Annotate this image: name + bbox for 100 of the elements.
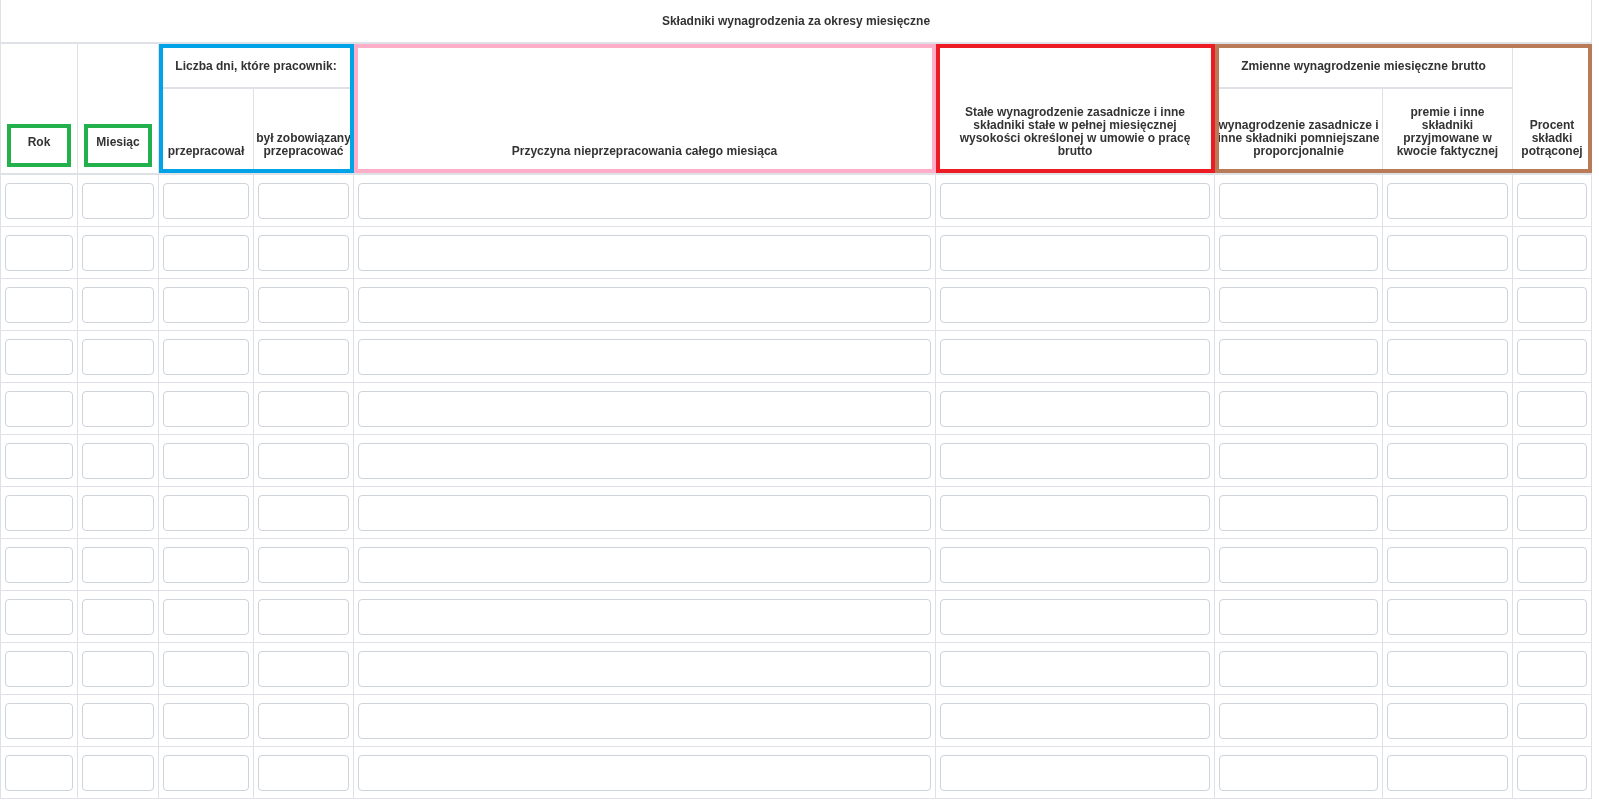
input-field[interactable] — [82, 598, 154, 635]
input-field[interactable] — [1219, 442, 1378, 479]
input-field[interactable] — [5, 546, 73, 583]
input-field[interactable] — [940, 390, 1210, 427]
input-field[interactable] — [940, 702, 1210, 739]
input-field[interactable] — [163, 754, 249, 791]
input-field[interactable] — [82, 754, 154, 791]
input-field[interactable] — [1517, 494, 1587, 531]
input-field[interactable] — [1517, 234, 1587, 271]
input-field[interactable] — [358, 754, 931, 791]
input-field[interactable] — [5, 338, 73, 375]
input-field[interactable] — [358, 598, 931, 635]
input-field[interactable] — [358, 182, 931, 219]
input-field[interactable] — [163, 338, 249, 375]
input-field[interactable] — [358, 494, 931, 531]
input-field[interactable] — [1219, 702, 1378, 739]
input-field[interactable] — [940, 546, 1210, 583]
input-field[interactable] — [1387, 442, 1508, 479]
input-field[interactable] — [1219, 650, 1378, 687]
input-field[interactable] — [82, 650, 154, 687]
input-field[interactable] — [358, 234, 931, 271]
input-field[interactable] — [358, 286, 931, 323]
input-field[interactable] — [1387, 390, 1508, 427]
input-field[interactable] — [163, 546, 249, 583]
input-field[interactable] — [258, 286, 349, 323]
input-field[interactable] — [1517, 338, 1587, 375]
input-field[interactable] — [358, 650, 931, 687]
input-field[interactable] — [1219, 598, 1378, 635]
input-field[interactable] — [1387, 182, 1508, 219]
input-field[interactable] — [258, 494, 349, 531]
input-field[interactable] — [1219, 338, 1378, 375]
input-field[interactable] — [358, 338, 931, 375]
input-field[interactable] — [1387, 494, 1508, 531]
input-field[interactable] — [5, 234, 73, 271]
input-field[interactable] — [940, 442, 1210, 479]
input-field[interactable] — [82, 182, 154, 219]
input-field[interactable] — [940, 286, 1210, 323]
input-field[interactable] — [163, 390, 249, 427]
input-field[interactable] — [1387, 286, 1508, 323]
input-field[interactable] — [940, 494, 1210, 531]
input-field[interactable] — [258, 390, 349, 427]
input-field[interactable] — [940, 234, 1210, 271]
input-field[interactable] — [1517, 702, 1587, 739]
input-field[interactable] — [82, 286, 154, 323]
input-field[interactable] — [5, 390, 73, 427]
input-field[interactable] — [1517, 598, 1587, 635]
input-field[interactable] — [1387, 546, 1508, 583]
input-field[interactable] — [5, 442, 73, 479]
input-field[interactable] — [163, 494, 249, 531]
input-field[interactable] — [1219, 546, 1378, 583]
input-field[interactable] — [163, 234, 249, 271]
input-field[interactable] — [1387, 338, 1508, 375]
input-field[interactable] — [1517, 390, 1587, 427]
input-field[interactable] — [1219, 754, 1378, 791]
input-field[interactable] — [82, 442, 154, 479]
input-field[interactable] — [163, 182, 249, 219]
input-field[interactable] — [1517, 754, 1587, 791]
input-field[interactable] — [258, 442, 349, 479]
input-field[interactable] — [258, 182, 349, 219]
input-field[interactable] — [163, 702, 249, 739]
input-field[interactable] — [358, 546, 931, 583]
input-field[interactable] — [163, 286, 249, 323]
input-field[interactable] — [1387, 650, 1508, 687]
input-field[interactable] — [5, 286, 73, 323]
input-field[interactable] — [1219, 494, 1378, 531]
input-field[interactable] — [5, 702, 73, 739]
input-field[interactable] — [163, 442, 249, 479]
input-field[interactable] — [1517, 286, 1587, 323]
input-field[interactable] — [358, 702, 931, 739]
input-field[interactable] — [258, 754, 349, 791]
input-field[interactable] — [163, 650, 249, 687]
input-field[interactable] — [358, 390, 931, 427]
input-field[interactable] — [82, 234, 154, 271]
input-field[interactable] — [1517, 546, 1587, 583]
input-field[interactable] — [1517, 442, 1587, 479]
input-field[interactable] — [940, 754, 1210, 791]
input-field[interactable] — [163, 598, 249, 635]
input-field[interactable] — [82, 546, 154, 583]
input-field[interactable] — [1517, 182, 1587, 219]
input-field[interactable] — [5, 182, 73, 219]
input-field[interactable] — [5, 598, 73, 635]
input-field[interactable] — [82, 702, 154, 739]
input-field[interactable] — [1219, 390, 1378, 427]
input-field[interactable] — [5, 754, 73, 791]
input-field[interactable] — [940, 338, 1210, 375]
input-field[interactable] — [1219, 234, 1378, 271]
input-field[interactable] — [5, 650, 73, 687]
input-field[interactable] — [258, 234, 349, 271]
input-field[interactable] — [940, 182, 1210, 219]
input-field[interactable] — [940, 650, 1210, 687]
input-field[interactable] — [1387, 234, 1508, 271]
input-field[interactable] — [5, 494, 73, 531]
input-field[interactable] — [1517, 650, 1587, 687]
input-field[interactable] — [258, 598, 349, 635]
input-field[interactable] — [940, 598, 1210, 635]
input-field[interactable] — [82, 338, 154, 375]
input-field[interactable] — [258, 546, 349, 583]
input-field[interactable] — [1219, 182, 1378, 219]
input-field[interactable] — [358, 442, 931, 479]
input-field[interactable] — [258, 702, 349, 739]
